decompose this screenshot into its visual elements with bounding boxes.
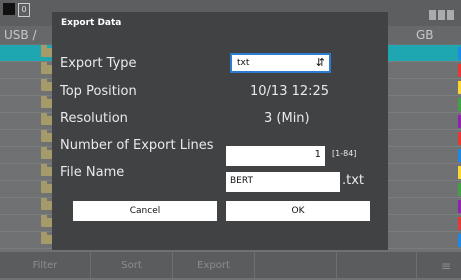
status-icon [429, 10, 436, 20]
status-square-icon [3, 3, 15, 15]
status-icons [427, 5, 455, 20]
sort-button[interactable]: Sort [91, 252, 173, 278]
export-lines-value: 1 [314, 149, 321, 160]
dialog-title: Export Data [61, 18, 122, 28]
bottom-toolbar: Filter Sort Export ≡ [0, 252, 461, 278]
resolution-label: Resolution [60, 111, 128, 126]
toolbar-empty-slot [337, 252, 417, 278]
filter-button[interactable]: Filter [0, 252, 91, 278]
status-icon [438, 10, 445, 20]
resolution-value: 3 (Min) [264, 111, 310, 126]
toolbar-empty-slot [255, 252, 337, 278]
export-type-value: txt [237, 58, 250, 68]
export-lines-input[interactable]: 1 [226, 146, 325, 166]
file-extension: .txt [342, 173, 365, 188]
file-name-input[interactable]: BERT [226, 172, 340, 192]
export-type-select[interactable]: txt ⇵ [230, 53, 331, 73]
file-name-value: BERT [230, 176, 253, 186]
cancel-button[interactable]: Cancel [73, 201, 217, 221]
ok-button[interactable]: OK [226, 201, 370, 221]
path-label: USB / [4, 28, 37, 42]
export-data-dialog: Export Data Export Type txt ⇵ Top Positi… [52, 12, 388, 250]
top-position-label: Top Position [60, 84, 137, 99]
export-button[interactable]: Export [173, 252, 255, 278]
export-lines-label: Number of Export Lines [60, 138, 214, 153]
file-name-label: File Name [60, 165, 125, 180]
storage-label: GB [416, 28, 434, 42]
export-type-label: Export Type [60, 56, 137, 71]
hamburger-icon[interactable]: ≡ [441, 259, 451, 273]
battery-icon [447, 10, 454, 20]
status-badge: 0 [18, 3, 30, 17]
export-lines-range: [1-84] [332, 149, 357, 158]
top-position-value: 10/13 12:25 [250, 84, 330, 99]
updown-caret-icon: ⇵ [315, 56, 325, 69]
